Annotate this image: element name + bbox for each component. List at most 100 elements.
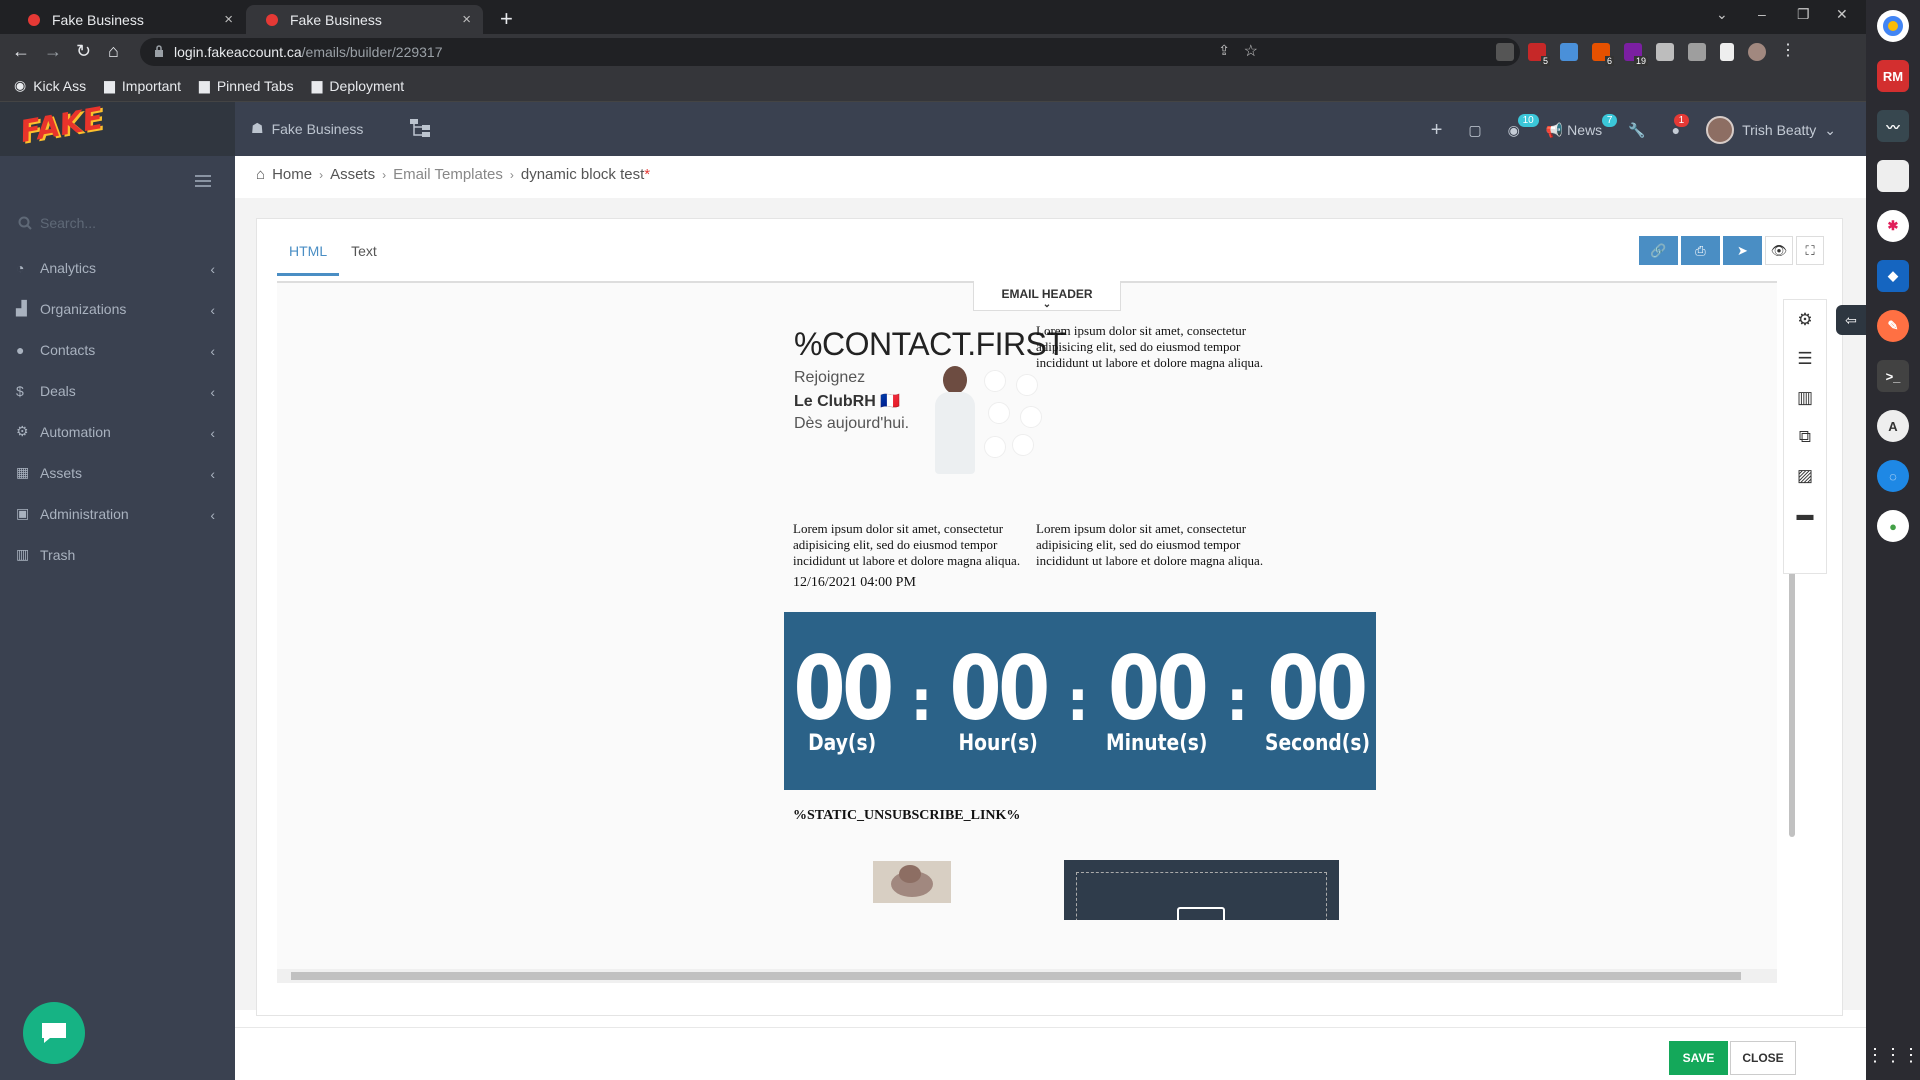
kebab-menu-icon[interactable]: ⋮	[1780, 43, 1796, 61]
news-button[interactable]: 📢 News 7	[1546, 113, 1618, 139]
banner-image[interactable]: %CONTACT.FIRST Rejoignez Le ClubRH 🇫🇷 Dè…	[794, 326, 1074, 486]
alerts-button[interactable]: ● 1	[1672, 114, 1690, 138]
image-icon[interactable]: ▨	[1797, 466, 1813, 486]
home-icon[interactable]: ⌂	[108, 41, 119, 62]
hierarchy-icon[interactable]	[410, 119, 430, 137]
sidebar-search[interactable]: Search...	[18, 215, 96, 231]
layout-columns-icon[interactable]: ▥	[1797, 388, 1813, 408]
share-icon[interactable]: ⇪	[1218, 42, 1230, 59]
folder-open-icon[interactable]: ▬	[1797, 505, 1814, 525]
extension-icon[interactable]: 5	[1528, 43, 1550, 66]
user-menu[interactable]: Trish Beatty ⌄	[1706, 116, 1836, 144]
slack-icon[interactable]: ✱	[1877, 210, 1909, 242]
tab-search-icon[interactable]: ⌄	[1716, 6, 1728, 23]
email-canvas[interactable]: EMAIL HEADER ⌄ %CONTACT.FIRST Rejoignez …	[277, 281, 1795, 981]
tab-text[interactable]: Text	[339, 237, 389, 276]
breadcrumb-assets[interactable]: Assets	[330, 166, 375, 183]
tab-html[interactable]: HTML	[277, 237, 340, 276]
text-block[interactable]: Lorem ipsum dolor sit amet, consectetur …	[793, 521, 1053, 569]
files-icon[interactable]	[1877, 160, 1909, 192]
kitten-image[interactable]	[873, 861, 951, 903]
company-selector[interactable]: ☗ Fake Business	[251, 120, 363, 137]
collapse-panel-button[interactable]: ⇦	[1836, 305, 1866, 335]
woman-with-phone-image	[929, 366, 981, 476]
sidebar-item-contacts[interactable]: ● Contacts ‹	[0, 329, 235, 370]
plus-icon[interactable]: +	[1431, 119, 1443, 142]
canvas-horizontal-scrollbar[interactable]	[277, 969, 1777, 983]
settings-gear-icon[interactable]: ⚙	[1797, 310, 1812, 330]
extension-icon[interactable]: 6	[1592, 43, 1614, 66]
back-icon[interactable]: ←	[12, 41, 30, 62]
address-bar[interactable]: login.fakeaccount.ca/emails/builder/2293…	[140, 38, 1520, 66]
save-button[interactable]: SAVE	[1669, 1041, 1728, 1075]
hamburger-icon[interactable]	[195, 175, 211, 187]
tab-close-icon[interactable]: ×	[462, 11, 471, 28]
sidebar-item-organizations[interactable]: ▟ Organizations ‹	[0, 288, 235, 329]
unsubscribe-token[interactable]: %STATIC_UNSUBSCRIBE_LINK%	[793, 808, 1020, 824]
extension-icon[interactable]: 19	[1624, 43, 1648, 66]
close-button[interactable]: CLOSE	[1730, 1041, 1796, 1075]
chrome-icon[interactable]	[1877, 10, 1909, 42]
blocks-icon[interactable]: ⧉	[1799, 427, 1811, 447]
wrench-icon[interactable]: 🔧	[1628, 122, 1645, 139]
sidebar-item-deals[interactable]: $ Deals ‹	[0, 370, 235, 411]
template-button[interactable]: ⎙	[1681, 236, 1720, 265]
tab-close-icon[interactable]: ×	[224, 11, 233, 28]
new-tab-button[interactable]: +	[500, 6, 513, 32]
countdown-datetime[interactable]: 12/16/2021 04:00 PM	[793, 575, 916, 591]
sidebar-item-analytics[interactable]: ◔ Analytics ‹	[0, 247, 235, 288]
bookmark-star-icon[interactable]: ☆	[1244, 41, 1258, 61]
chat-widget-button[interactable]	[23, 1002, 85, 1064]
activity-monitor-icon[interactable]: 〰	[1877, 110, 1909, 142]
sidebar-item-assets[interactable]: ▦ Assets ‹	[0, 452, 235, 493]
text-block[interactable]: Lorem ipsum dolor sit amet, consectetur …	[1036, 323, 1296, 371]
window-close-icon[interactable]: ✕	[1836, 6, 1848, 23]
minimize-icon[interactable]: –	[1758, 6, 1766, 22]
browser-tab[interactable]: Fake Business ×	[8, 5, 245, 34]
sidebar-item-trash[interactable]: ▥ Trash	[0, 534, 235, 575]
image-dropzone[interactable]	[1076, 872, 1327, 920]
profile-avatar[interactable]	[1748, 43, 1766, 61]
scrollbar-thumb[interactable]	[291, 972, 1741, 980]
bookmark-deployment[interactable]: ▆ Deployment	[312, 77, 404, 94]
bookmark-kick-ass[interactable]: ◉ Kick Ass	[14, 77, 86, 94]
sidebar-item-automation[interactable]: ⚙ Automation ‹	[0, 411, 235, 452]
breadcrumb-email-templates[interactable]: Email Templates	[393, 166, 503, 183]
builder-tabs: HTML Text	[277, 237, 389, 276]
forward-icon[interactable]: →	[44, 41, 62, 62]
restore-icon[interactable]: ❐	[1797, 6, 1810, 23]
app-store-icon[interactable]: A	[1877, 410, 1909, 442]
link-button[interactable]: 🔗	[1639, 236, 1678, 265]
email-header-toggle[interactable]: EMAIL HEADER ⌄	[973, 281, 1121, 311]
media-icon[interactable]	[1688, 43, 1706, 61]
partner-logo	[1020, 406, 1042, 428]
mongodb-icon[interactable]: ●	[1877, 510, 1909, 542]
apps-grid-icon[interactable]: ⋮⋮⋮	[1866, 1045, 1920, 1066]
browser-tab-active[interactable]: Fake Business ×	[246, 5, 483, 34]
postman-icon[interactable]: ✎	[1877, 310, 1909, 342]
side-panel-icon[interactable]	[1720, 43, 1734, 61]
image-placeholder-block[interactable]	[1064, 860, 1339, 920]
calendar-check-icon[interactable]: ▢	[1468, 122, 1481, 139]
reload-icon[interactable]: ↻	[76, 41, 91, 62]
notifications-button[interactable]: ◉ 10	[1508, 113, 1539, 139]
extension-icon[interactable]	[1496, 43, 1514, 61]
countdown-timer[interactable]: 00 Day(s) : 00 Hour(s) : 00 Minute(s) : …	[784, 612, 1376, 790]
signal-icon[interactable]: ◌	[1877, 460, 1909, 492]
bookmark-pinned-tabs[interactable]: ▆ Pinned Tabs	[199, 77, 294, 94]
fullscreen-button[interactable]: ⛶	[1796, 236, 1824, 265]
vscode-icon[interactable]: ◆	[1877, 260, 1909, 292]
terminal-icon[interactable]: >_	[1877, 360, 1909, 392]
favicon-icon	[28, 13, 40, 26]
send-test-button[interactable]: ➤	[1723, 236, 1762, 265]
preview-button[interactable]: 👁	[1765, 236, 1793, 265]
breadcrumb-home[interactable]: Home	[272, 166, 312, 183]
rm-app-icon[interactable]: RM	[1877, 60, 1909, 92]
sidebar-item-administration[interactable]: ▣ Administration ‹	[0, 493, 235, 534]
bookmark-important[interactable]: ▆ Important	[104, 77, 181, 94]
text-block[interactable]: Lorem ipsum dolor sit amet, consectetur …	[1036, 521, 1296, 569]
extension-icon[interactable]	[1560, 43, 1578, 61]
app-logo[interactable]: FAKE	[18, 101, 106, 150]
sliders-icon[interactable]: ☰	[1797, 349, 1812, 369]
puzzle-icon[interactable]	[1656, 43, 1674, 61]
